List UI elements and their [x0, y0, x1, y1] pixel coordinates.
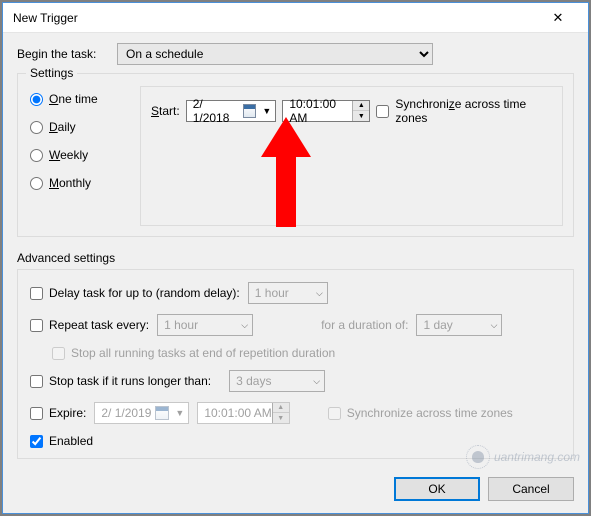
stop-repetition-label: Stop all running tasks at end of repetit… [71, 346, 335, 360]
enabled-input[interactable] [30, 435, 43, 448]
enabled-label: Enabled [49, 434, 93, 448]
schedule-radios: One time Daily Weekly Monthly [30, 86, 130, 226]
spinner-up-icon[interactable]: ▲ [273, 403, 289, 413]
chevron-down-icon[interactable]: ⌵ [313, 376, 320, 387]
expire-sync-input [328, 407, 341, 420]
close-icon[interactable]: ✕ [538, 10, 578, 26]
expire-date-value: 2/ 1/2019 [101, 406, 151, 420]
spinner-up-icon[interactable]: ▲ [353, 101, 369, 111]
stop-long-value: 3 days [236, 374, 271, 388]
sync-timezones-input[interactable] [376, 105, 389, 118]
expire-time-picker[interactable]: 10:01:00 AM ▲▼ [197, 402, 289, 424]
radio-weekly[interactable]: Weekly [30, 148, 130, 162]
calendar-icon [155, 406, 169, 420]
radio-monthly-input[interactable] [30, 177, 43, 190]
stop-long-label: Stop task if it runs longer than: [49, 374, 211, 388]
duration-value: 1 day [423, 318, 452, 332]
repeat-combo[interactable]: 1 hour ⌵ [157, 314, 253, 336]
start-panel: Start: 2/ 1/2018 ▼ 10:01:00 AM ▲▼ [140, 86, 563, 226]
start-time-picker[interactable]: 10:01:00 AM ▲▼ [282, 100, 370, 122]
chevron-down-icon[interactable]: ⌵ [316, 288, 323, 299]
start-date-picker[interactable]: 2/ 1/2018 ▼ [186, 100, 277, 122]
stop-repetition-input [52, 347, 65, 360]
duration-combo[interactable]: 1 day ⌵ [416, 314, 502, 336]
expire-date-picker[interactable]: 2/ 1/2019 ▼ [94, 402, 189, 424]
cancel-button[interactable]: Cancel [488, 477, 574, 501]
expire-label: Expire: [49, 406, 86, 420]
sync-timezones-checkbox[interactable]: Synchronize across time zones [376, 97, 552, 125]
chevron-down-icon[interactable]: ⌵ [491, 320, 498, 331]
repeat-label: Repeat task every: [49, 318, 149, 332]
delay-input[interactable] [30, 287, 43, 300]
expire-input[interactable] [30, 407, 43, 420]
ok-button[interactable]: OK [394, 477, 480, 501]
start-label: Start: [151, 104, 180, 118]
window-title: New Trigger [13, 11, 538, 25]
enabled-checkbox[interactable]: Enabled [30, 434, 93, 448]
repeat-value: 1 hour [164, 318, 198, 332]
advanced-legend: Advanced settings [17, 251, 574, 265]
delay-value: 1 hour [255, 286, 289, 300]
spinner-down-icon[interactable]: ▼ [353, 111, 369, 121]
radio-onetime-input[interactable] [30, 93, 43, 106]
settings-fieldset: Settings One time Daily Weekly Monthly S… [17, 73, 574, 237]
delay-combo[interactable]: 1 hour ⌵ [248, 282, 328, 304]
sync-timezones-label: Synchronize across time zones [395, 97, 552, 125]
radio-daily-input[interactable] [30, 121, 43, 134]
repeat-input[interactable] [30, 319, 43, 332]
stop-long-input[interactable] [30, 375, 43, 388]
begin-task-select[interactable]: On a schedule [117, 43, 433, 65]
calendar-icon [243, 104, 256, 118]
radio-onetime[interactable]: One time [30, 92, 130, 106]
titlebar: New Trigger ✕ [3, 3, 588, 33]
spinner-down-icon[interactable]: ▼ [273, 413, 289, 423]
start-time-value: 10:01:00 AM [289, 97, 352, 125]
duration-label: for a duration of: [321, 318, 408, 332]
chevron-down-icon[interactable]: ▼ [260, 106, 273, 116]
delay-label: Delay task for up to (random delay): [49, 286, 240, 300]
repeat-checkbox[interactable]: Repeat task every: [30, 318, 149, 332]
stop-long-combo[interactable]: 3 days ⌵ [229, 370, 325, 392]
expire-checkbox[interactable]: Expire: [30, 406, 86, 420]
chevron-down-icon[interactable]: ▼ [173, 408, 186, 418]
radio-weekly-input[interactable] [30, 149, 43, 162]
time-spinner[interactable]: ▲▼ [272, 403, 289, 423]
dialog-window: New Trigger ✕ Begin the task: On a sched… [2, 2, 589, 514]
expire-time-value: 10:01:00 AM [204, 406, 271, 420]
radio-monthly[interactable]: Monthly [30, 176, 130, 190]
time-spinner[interactable]: ▲▼ [352, 101, 369, 121]
delay-checkbox[interactable]: Delay task for up to (random delay): [30, 286, 240, 300]
advanced-fieldset: Delay task for up to (random delay): 1 h… [17, 269, 574, 459]
stop-repetition-checkbox: Stop all running tasks at end of repetit… [52, 346, 335, 360]
content-area: Begin the task: On a schedule Settings O… [3, 33, 588, 469]
expire-sync-label: Synchronize across time zones [347, 406, 513, 420]
settings-legend: Settings [26, 66, 77, 80]
start-date-value: 2/ 1/2018 [193, 97, 240, 125]
radio-daily[interactable]: Daily [30, 120, 130, 134]
button-bar: OK Cancel [394, 477, 574, 501]
begin-label: Begin the task: [17, 47, 117, 61]
chevron-down-icon[interactable]: ⌵ [241, 320, 248, 331]
expire-sync-checkbox: Synchronize across time zones [328, 406, 513, 420]
stop-long-checkbox[interactable]: Stop task if it runs longer than: [30, 374, 211, 388]
